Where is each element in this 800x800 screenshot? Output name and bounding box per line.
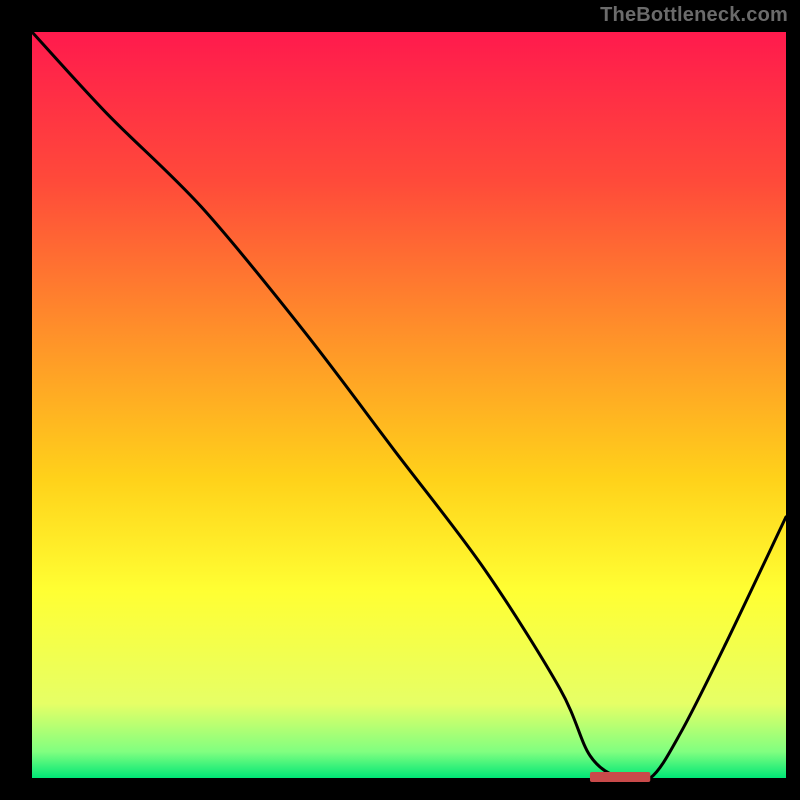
minimum-marker	[590, 772, 650, 782]
plot-background	[32, 32, 786, 778]
watermark-label: TheBottleneck.com	[600, 4, 788, 27]
chart-svg	[0, 0, 800, 800]
chart-container: TheBottleneck.com	[0, 0, 800, 800]
